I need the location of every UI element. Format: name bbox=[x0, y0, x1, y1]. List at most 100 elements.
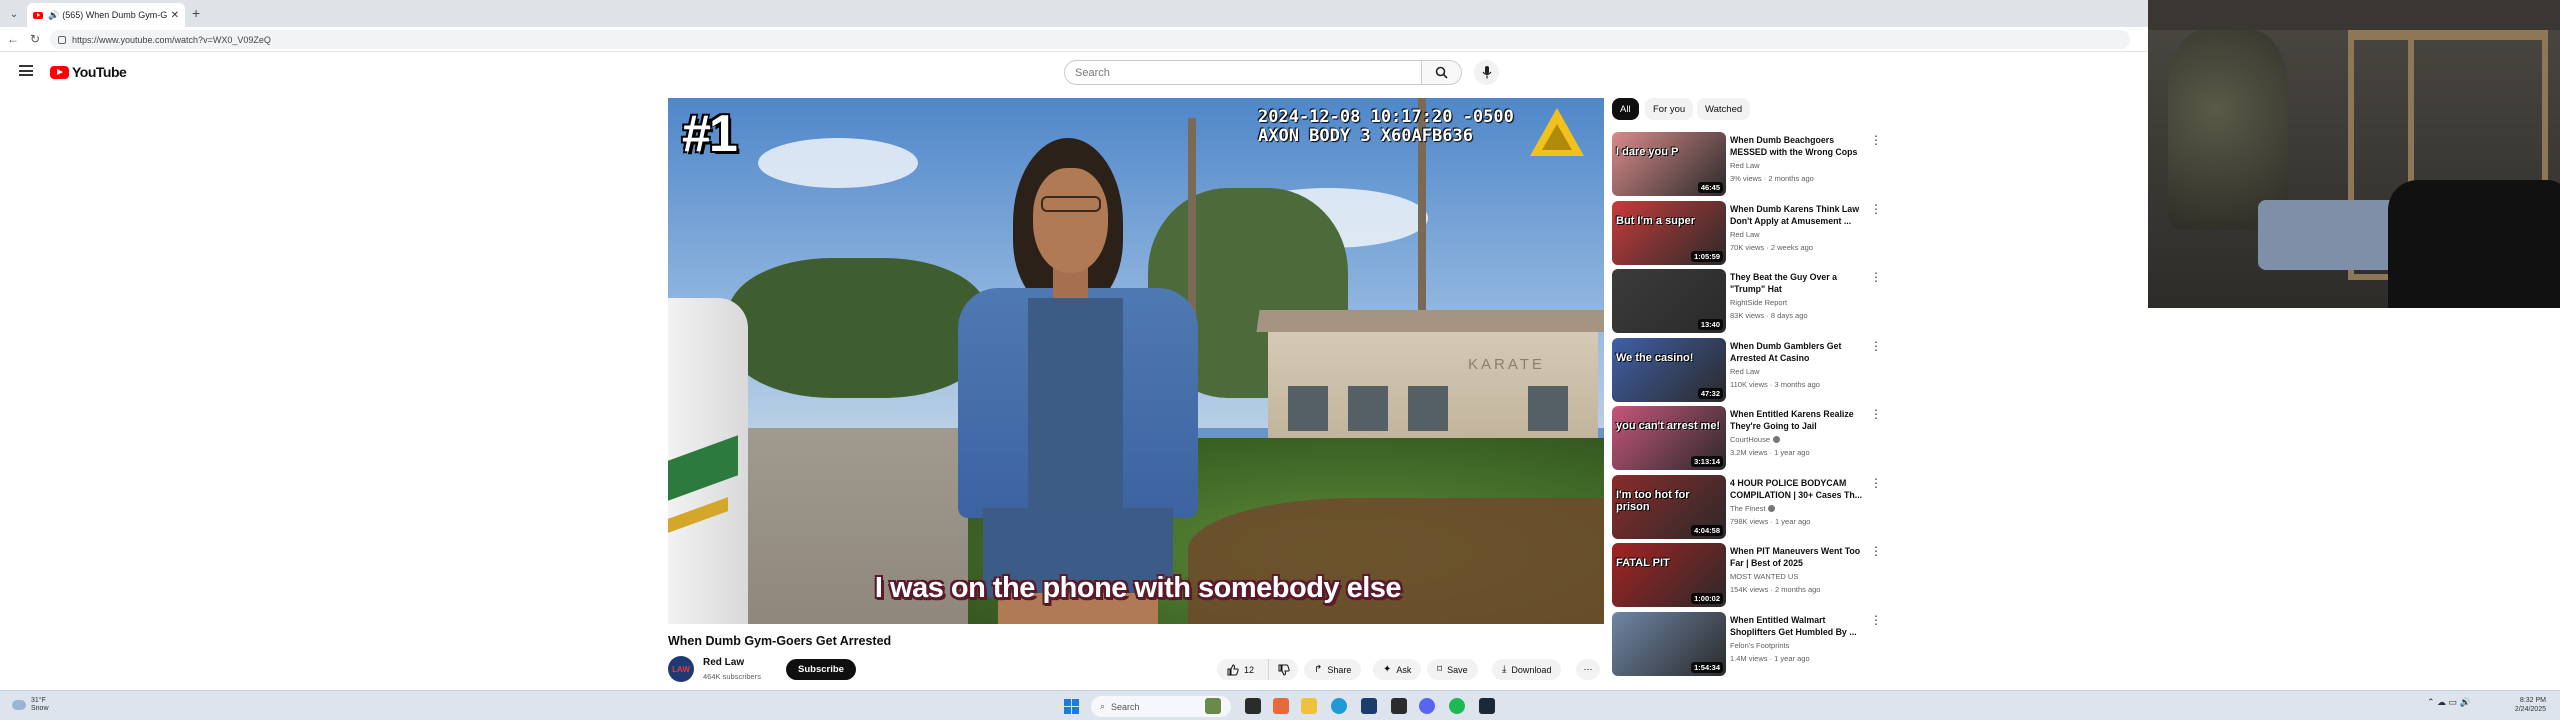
recommendation-channel-name: RightSide Report bbox=[1730, 298, 1788, 307]
like-count: 12 bbox=[1244, 664, 1255, 675]
recommendation-card[interactable]: 1:54:34 When Entitled Walmart Shoplifters… bbox=[1612, 611, 1882, 676]
reload-button[interactable]: ↻ bbox=[28, 32, 42, 46]
voice-search-button[interactable] bbox=[1474, 60, 1499, 85]
recommendation-title[interactable]: When Dumb Gamblers Get Arrested At Casin… bbox=[1730, 340, 1865, 364]
search-icon: ⌕ bbox=[1100, 701, 1106, 711]
video-duration: 13:40 bbox=[1697, 319, 1723, 330]
search-button[interactable] bbox=[1422, 60, 1462, 85]
recommendation-card[interactable]: you can't arrest me! 3:13:14 When Entitled… bbox=[1612, 406, 1882, 470]
channel-avatar-text: LAW bbox=[672, 664, 690, 674]
address-bar[interactable]: https://www.youtube.com/watch?v=WX0_V09Z… bbox=[50, 30, 2130, 49]
recommendation-channel[interactable]: The Finest bbox=[1730, 504, 1776, 513]
channel-subscriber-count: 464K subscribers bbox=[703, 672, 761, 681]
browser-tab[interactable]: 🔊 (565) When Dumb Gym-Goe ✕ bbox=[27, 3, 185, 27]
recommendation-thumbnail[interactable]: you can't arrest me! 3:13:14 bbox=[1612, 406, 1726, 470]
tab-list-button[interactable]: ⌄ bbox=[6, 6, 22, 22]
recommendation-channel[interactable]: Red Law bbox=[1730, 367, 1760, 376]
video-duration: 4:04:58 bbox=[1691, 524, 1723, 536]
channel-avatar[interactable]: LAW bbox=[668, 656, 694, 682]
recommendation-card[interactable]: FATAL PIT 1:00:02 When PIT Maneuvers Went … bbox=[1612, 543, 1882, 607]
subscribe-button[interactable]: Subscribe bbox=[786, 659, 856, 680]
more-vertical-icon[interactable]: ⋮ bbox=[1870, 134, 1882, 146]
new-tab-button[interactable]: + bbox=[192, 6, 200, 20]
recommendation-card[interactable]: 13:40 They Beat the Guy Over a "Trump" Ha… bbox=[1612, 269, 1882, 333]
recommendation-channel[interactable]: CourtHouse bbox=[1730, 435, 1781, 444]
recommendation-title[interactable]: They Beat the Guy Over a "Trump" Hat bbox=[1730, 271, 1865, 295]
spotify-icon[interactable] bbox=[1449, 698, 1465, 714]
recommendation-thumbnail[interactable]: But I'm a super 1:05:59 bbox=[1612, 200, 1726, 265]
verified-badge-icon bbox=[1768, 504, 1776, 512]
bodycam-timestamp: 2024-12-08 10:17:20 -0500 AXON BODY 3 X6… bbox=[1258, 108, 1558, 146]
chip-watched[interactable]: Watched bbox=[1697, 98, 1751, 120]
video-frame-building: KARATE bbox=[1256, 310, 1604, 438]
site-info-icon[interactable] bbox=[58, 35, 66, 44]
secondary-desktop-area bbox=[2148, 308, 2560, 690]
channel-name[interactable]: Red Law bbox=[703, 657, 744, 668]
recommendation-channel[interactable]: RightSide Report bbox=[1730, 298, 1787, 307]
recommendation-title[interactable]: When Entitled Walmart Shoplifters Get Hu… bbox=[1730, 614, 1865, 638]
recommendation-card[interactable]: I dare you P 46:45 When Dumb Beachgoers ME… bbox=[1612, 132, 1882, 196]
save-label: Save bbox=[1447, 664, 1468, 675]
recommendation-thumbnail[interactable]: We the casino! 47:32 bbox=[1612, 337, 1726, 402]
share-button[interactable]: ↱ Share bbox=[1304, 659, 1362, 680]
taskbar-clock[interactable]: 8:32 PM 2/24/2025 bbox=[2506, 696, 2546, 714]
recommendation-title[interactable]: 4 HOUR POLICE BODYCAM COMPILATION | 30+ … bbox=[1730, 477, 1865, 501]
more-vertical-icon[interactable]: ⋮ bbox=[1870, 477, 1882, 489]
recommendation-thumbnail[interactable]: 1:54:34 bbox=[1612, 611, 1726, 676]
video-player[interactable]: KARATE #1 2024-12-08 10:17:20 -0500 AXON… bbox=[668, 98, 1604, 624]
file-explorer-icon[interactable] bbox=[1301, 698, 1317, 714]
recommendation-channel[interactable]: Felon's Footprints bbox=[1730, 641, 1789, 650]
back-button[interactable]: ← bbox=[6, 32, 20, 46]
task-view-icon[interactable] bbox=[1245, 698, 1261, 714]
recommendation-thumbnail[interactable]: FATAL PIT 1:00:02 bbox=[1612, 543, 1726, 607]
chip-all[interactable]: All bbox=[1612, 98, 1639, 120]
ask-button[interactable]: ✦ Ask bbox=[1373, 659, 1422, 680]
more-vertical-icon[interactable]: ⋮ bbox=[1870, 271, 1882, 283]
recommendation-card[interactable]: I'm too hot for prison 4:04:58 4 HOUR POLI… bbox=[1612, 474, 1882, 539]
recommendation-thumbnail[interactable]: I dare you P 46:45 bbox=[1612, 132, 1726, 196]
cloud-snow-icon bbox=[12, 700, 26, 710]
more-vertical-icon[interactable]: ⋮ bbox=[1870, 545, 1882, 557]
search-input[interactable]: Search bbox=[1064, 60, 1422, 85]
weather-widget[interactable]: 31°F Snow bbox=[12, 697, 49, 713]
recommendation-card[interactable]: We the casino! 47:32 When Dumb Gamblers Ge… bbox=[1612, 337, 1882, 402]
start-button[interactable] bbox=[1064, 699, 1079, 714]
recommendation-title[interactable]: When Dumb Beachgoers MESSED with the Wro… bbox=[1730, 134, 1865, 158]
recommendation-meta: 3.2M views · 1 year ago bbox=[1730, 448, 1810, 457]
menu-icon[interactable] bbox=[19, 65, 33, 76]
bodycam-timestamp-line2: AXON BODY 3 X60AFB636 bbox=[1258, 126, 1473, 146]
discord-icon[interactable] bbox=[1419, 698, 1435, 714]
video-duration: 1:00:02 bbox=[1691, 593, 1723, 604]
dislike-button[interactable] bbox=[1268, 659, 1298, 680]
edge-browser-icon[interactable] bbox=[1331, 698, 1347, 714]
save-button[interactable]: ⌑ Save bbox=[1427, 659, 1478, 680]
recommendation-title[interactable]: When Entitled Karens Realize They're Goi… bbox=[1730, 408, 1865, 432]
chip-for-you[interactable]: For you bbox=[1645, 98, 1694, 120]
copilot-icon[interactable] bbox=[1273, 698, 1289, 714]
more-actions-button[interactable]: ⋯ bbox=[1576, 659, 1600, 680]
recommendation-channel[interactable]: MOST WANTED US bbox=[1730, 572, 1798, 581]
more-vertical-icon[interactable]: ⋮ bbox=[1870, 340, 1882, 352]
more-vertical-icon[interactable]: ⋮ bbox=[1870, 203, 1882, 215]
recommendation-channel[interactable]: Red Law bbox=[1730, 161, 1760, 170]
tab-title: (565) When Dumb Gym-Goe bbox=[62, 10, 167, 20]
recommendation-channel-name: Red Law bbox=[1730, 229, 1760, 239]
download-button[interactable]: ⤓ Download bbox=[1492, 659, 1562, 680]
recommendation-thumbnail[interactable]: I'm too hot for prison 4:04:58 bbox=[1612, 474, 1726, 539]
more-vertical-icon[interactable]: ⋮ bbox=[1870, 614, 1882, 626]
store-icon[interactable] bbox=[1361, 698, 1377, 714]
recommendation-meta: 110K views · 3 months ago bbox=[1730, 379, 1820, 389]
recommendation-thumbnail[interactable]: 13:40 bbox=[1612, 269, 1726, 333]
close-tab-icon[interactable]: ✕ bbox=[171, 10, 179, 21]
recommendation-title[interactable]: When Dumb Karens Think Law Don't Apply a… bbox=[1730, 203, 1865, 227]
steam-icon[interactable] bbox=[1479, 698, 1495, 714]
recommendation-title[interactable]: When PIT Maneuvers Went Too Far | Best o… bbox=[1730, 545, 1865, 569]
app-icon[interactable] bbox=[1391, 698, 1407, 714]
recommendation-channel[interactable]: Red Law bbox=[1730, 230, 1760, 239]
system-tray[interactable]: ⌃ ☁ ▭ 🔊 bbox=[2427, 697, 2471, 708]
audio-playing-icon[interactable]: 🔊 bbox=[48, 10, 59, 21]
youtube-logo[interactable]: YouTube bbox=[50, 64, 127, 80]
taskbar-widget-icon[interactable] bbox=[1205, 698, 1221, 714]
recommendation-card[interactable]: But I'm a super 1:05:59 When Dumb Karens T… bbox=[1612, 200, 1882, 265]
more-vertical-icon[interactable]: ⋮ bbox=[1870, 408, 1882, 420]
